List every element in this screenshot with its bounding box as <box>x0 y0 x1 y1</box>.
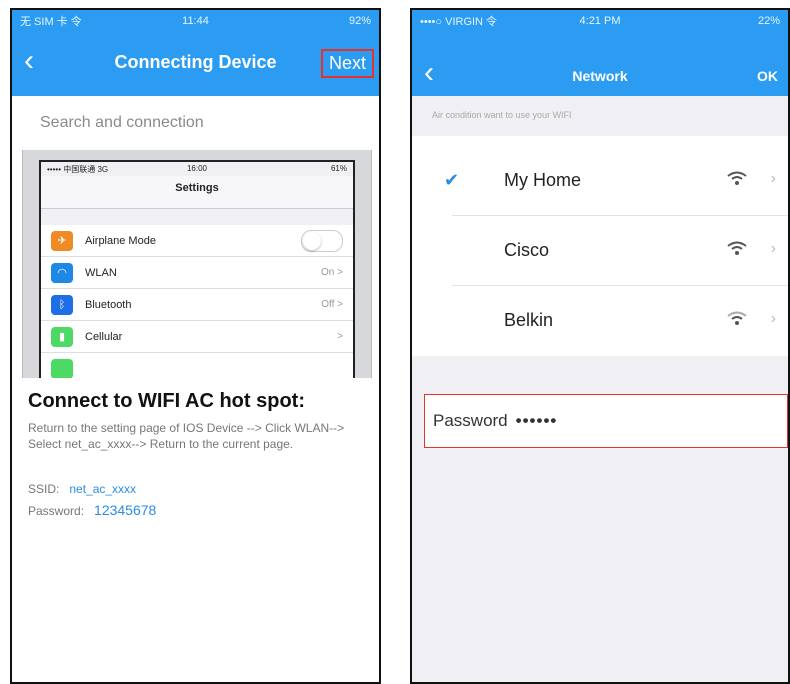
page-title: Network <box>572 68 628 84</box>
wlan-icon: ◠ <box>51 262 73 283</box>
inner-row-value: Off > <box>321 299 343 310</box>
back-chevron-icon[interactable]: ‹ <box>24 46 54 80</box>
hotspot-heading: Connect to WIFI AC hot spot: <box>28 390 305 412</box>
hotspot-password-label: Password: <box>28 504 85 518</box>
clock: 11:44 <box>182 15 209 27</box>
bluetooth-icon: ᛒ <box>51 294 73 315</box>
hotspot-password-value: 12345678 <box>94 502 157 518</box>
password-label: Password <box>433 411 508 430</box>
inner-row-partial <box>41 353 353 378</box>
inner-row-label: WLAN <box>85 266 117 279</box>
settings-screenshot: ••••• 中国联通 3G 16:00 61% Settings ✈ Airpl… <box>22 150 372 378</box>
inner-settings-title: Settings <box>41 176 353 209</box>
inner-row-value: On > <box>321 267 343 278</box>
ok-button[interactable]: OK <box>757 68 778 84</box>
wifi-row-cisco[interactable]: Cisco › <box>412 216 788 286</box>
hotspot-password-row: Password: 12345678 <box>28 502 156 518</box>
carrier-label: 无 SIM 卡 令 <box>20 16 82 28</box>
chevron-right-icon: › <box>770 170 776 187</box>
cellular-icon: ▮ <box>51 326 73 347</box>
connecting-device-screen: 无 SIM 卡 令 11:44 92% ‹ Connecting Device … <box>10 8 381 684</box>
inner-battery: 61% <box>330 164 347 173</box>
wifi-name: My Home <box>504 170 582 190</box>
wifi-signal-icon <box>727 171 747 185</box>
battery-label: 92% <box>348 15 371 27</box>
next-button[interactable]: Next <box>320 49 374 78</box>
wifi-name: Cisco <box>504 240 550 260</box>
hotspot-instructions: Return to the setting page of IOS Device… <box>28 421 345 451</box>
ssid-value: net_ac_xxxx <box>69 482 137 496</box>
wifi-name: Belkin <box>504 310 554 330</box>
wifi-row-belkin[interactable]: Belkin › <box>412 286 788 356</box>
inner-row-airplane: ✈ Airplane Mode <box>41 225 353 257</box>
back-chevron-icon[interactable]: ‹ <box>424 58 454 92</box>
network-screen: ••••○ VIRGIN 令 4:21 PM 22% ‹ Network OK … <box>410 8 790 684</box>
inner-row-label: Cellular <box>85 330 123 343</box>
checkmark-icon: ✔ <box>444 170 460 190</box>
airplane-icon: ✈ <box>51 230 73 251</box>
inner-row-wlan: ◠ WLAN On > <box>41 257 353 289</box>
carrier-label: ••••○ VIRGIN 令 <box>420 16 498 28</box>
wifi-row-my-home[interactable]: ✔ My Home › <box>412 146 788 216</box>
chevron-right-icon: › <box>770 240 776 257</box>
ssid-row: SSID: net_ac_xxxx <box>28 482 136 496</box>
airplane-toggle <box>301 229 343 252</box>
clock: 4:21 PM <box>579 15 621 27</box>
status-bar: 无 SIM 卡 令 11:44 92% <box>12 10 379 32</box>
inner-phone-frame: ••••• 中国联通 3G 16:00 61% Settings ✈ Airpl… <box>39 160 355 378</box>
battery-label: 22% <box>757 15 780 27</box>
search-connection-label: Search and connection <box>40 114 204 131</box>
inner-status-bar: ••••• 中国联通 3G 16:00 61% <box>41 162 353 176</box>
inner-row-value: > <box>337 331 343 342</box>
inner-row-bluetooth: ᛒ Bluetooth Off > <box>41 289 353 321</box>
inner-row-cellular: ▮ Cellular > <box>41 321 353 353</box>
navigation-bar: ‹ Network OK <box>412 32 788 96</box>
wifi-signal-icon <box>727 311 747 325</box>
page-title: Connecting Device <box>114 52 277 72</box>
inner-settings-list: ✈ Airplane Mode ◠ WLAN On > ᛒ Bluetooth … <box>41 225 353 378</box>
password-value: •••••• <box>515 411 558 430</box>
status-bar: ••••○ VIRGIN 令 4:21 PM 22% <box>412 10 788 32</box>
inner-carrier: ••••• 中国联通 3G <box>47 165 109 174</box>
chevron-right-icon: › <box>770 310 776 327</box>
ssid-label: SSID: <box>28 482 60 496</box>
wifi-hint: Air condition want to use your WIFI <box>412 96 788 136</box>
wifi-network-list: ✔ My Home › Cisco › Belkin › <box>412 136 788 356</box>
inner-clock: 16:00 <box>186 164 208 173</box>
inner-row-label: Airplane Mode <box>85 234 156 247</box>
password-field[interactable]: Password •••••• <box>424 394 788 448</box>
navigation-bar: ‹ Connecting Device Next <box>12 32 379 96</box>
wifi-signal-icon <box>727 241 747 255</box>
inner-row-label: Bluetooth <box>85 298 132 311</box>
hotspot-icon <box>51 358 73 378</box>
